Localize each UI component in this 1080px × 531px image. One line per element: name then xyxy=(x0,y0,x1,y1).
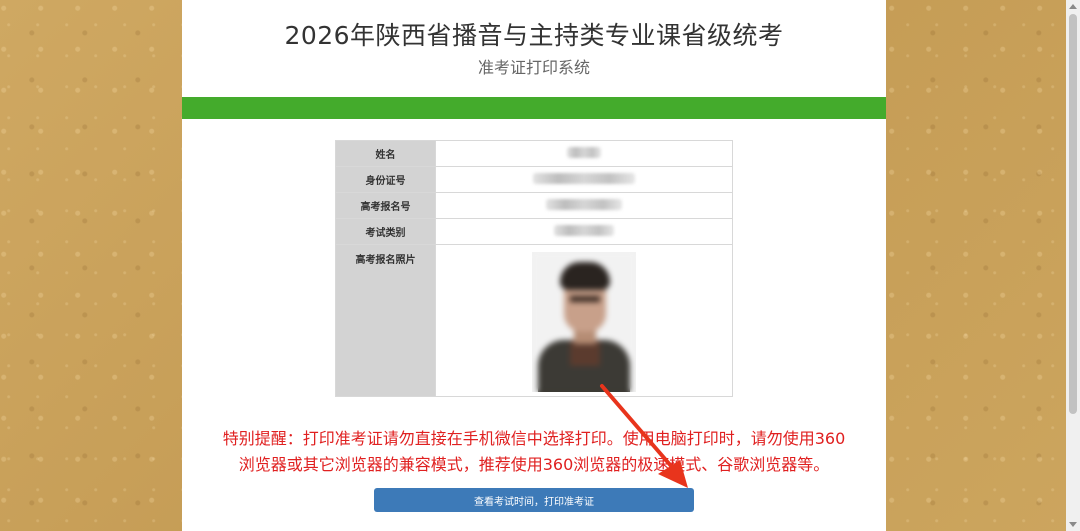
print-admission-ticket-button[interactable]: 查看考试时间，打印准考证 xyxy=(374,488,694,512)
exam-category-value xyxy=(435,218,733,245)
page-subtitle: 准考证打印系统 xyxy=(477,58,590,77)
main-panel: 2026年陕西省播音与主持类专业课省级统考 准考证打印系统 姓名 身份证号 高考… xyxy=(182,0,886,531)
header: 2026年陕西省播音与主持类专业课省级统考 准考证打印系统 xyxy=(182,0,886,97)
name-value xyxy=(435,140,733,167)
redacted-value xyxy=(533,172,635,184)
redacted-value xyxy=(546,198,622,210)
redacted-value xyxy=(567,146,601,158)
candidate-photo xyxy=(532,252,636,392)
notice-line-1: 特别提醒：打印准考证请勿直接在手机微信中选择打印。使用电脑打印时，请勿使用360 xyxy=(222,429,846,448)
table-row: 高考报名号 xyxy=(335,192,733,219)
redacted-value xyxy=(554,224,614,236)
table-row: 高考报名照片 xyxy=(335,244,733,397)
photo-label: 高考报名照片 xyxy=(335,244,436,397)
id-number-label: 身份证号 xyxy=(335,166,436,193)
scroll-up-icon[interactable] xyxy=(1069,4,1077,9)
name-label: 姓名 xyxy=(335,140,436,167)
page-title: 2026年陕西省播音与主持类专业课省级统考 xyxy=(284,21,784,50)
scroll-thumb[interactable] xyxy=(1069,14,1077,414)
accent-bar xyxy=(182,97,886,119)
id-number-value xyxy=(435,166,733,193)
special-notice: 特别提醒：打印准考证请勿直接在手机微信中选择打印。使用电脑打印时，请勿使用360… xyxy=(192,426,876,478)
registration-number-value xyxy=(435,192,733,219)
vertical-scrollbar[interactable] xyxy=(1066,0,1080,531)
photo-cell xyxy=(435,244,733,397)
table-row: 身份证号 xyxy=(335,166,733,193)
notice-line-2: 浏览器或其它浏览器的兼容模式，推荐使用360浏览器的极速模式、谷歌浏览器等。 xyxy=(238,455,830,474)
candidate-info-table: 姓名 身份证号 高考报名号 考试类别 高考报名照片 xyxy=(335,140,733,397)
table-row: 姓名 xyxy=(335,140,733,167)
table-row: 考试类别 xyxy=(335,218,733,245)
exam-category-label: 考试类别 xyxy=(335,218,436,245)
registration-number-label: 高考报名号 xyxy=(335,192,436,219)
scroll-down-icon[interactable] xyxy=(1069,522,1077,527)
